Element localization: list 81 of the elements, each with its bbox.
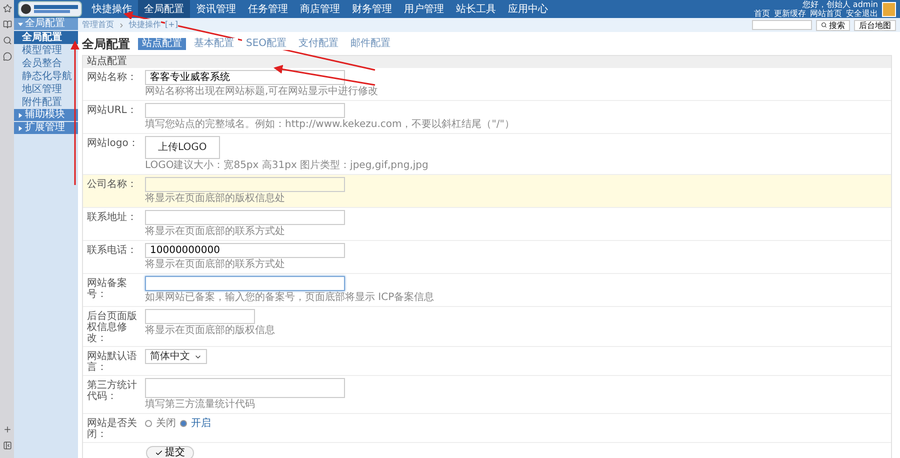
star-icon[interactable] — [2, 4, 12, 13]
plus-icon[interactable] — [2, 425, 12, 434]
field-label: 网站logo： — [87, 136, 140, 151]
chevron-right-icon — [118, 22, 125, 28]
sidebar-group[interactable]: 辅助模块 — [14, 109, 78, 122]
breadcrumb-link[interactable]: 管理首页 — [82, 19, 114, 31]
breadcrumb-link[interactable]: [+] — [165, 19, 178, 31]
header-link[interactable]: 网站首页 — [810, 9, 842, 18]
nav-tab[interactable]: 用户管理 — [398, 0, 450, 18]
page-title: 全局配置 — [82, 36, 130, 53]
field-label: 公司名称： — [87, 178, 138, 192]
language-select[interactable]: 简体中文 — [145, 349, 207, 364]
caret-down-icon — [18, 22, 23, 26]
field-hint: LOGO建议大小：宽85px 高31px 图片类型：jpeg,gif,png,jpg — [145, 160, 428, 172]
field-hint: 如果网站已备案，输入您的备案号，页面底部将显示 ICP备案信息 — [145, 292, 434, 304]
section-title: 站点配置 — [83, 56, 891, 68]
upload-button[interactable]: 上传LOGO — [145, 136, 220, 159]
sidebar-item[interactable]: 全局配置 — [14, 31, 78, 44]
input-field[interactable]: 10000000000 — [145, 243, 345, 258]
radio-label: 关闭 — [156, 416, 176, 431]
nav-tab[interactable]: 站长工具 — [450, 0, 502, 18]
caret-right-icon — [18, 126, 23, 130]
radio-button[interactable] — [180, 420, 187, 427]
config-tab[interactable]: SEO配置 — [242, 38, 291, 50]
field-label: 后台页面版权信息修改： — [87, 310, 138, 344]
book-icon[interactable] — [2, 20, 12, 29]
field-label: 联系电话： — [87, 244, 138, 258]
nav-tab[interactable]: 任务管理 — [242, 0, 294, 18]
nav-tab[interactable]: 财务管理 — [346, 0, 398, 18]
field-hint: 网站名称将出现在网站标题,可在网站显示中进行修改 — [145, 86, 378, 98]
field-hint: 将显示在页面底部的版权信息 — [145, 325, 275, 337]
field-label: 网站名称： — [87, 70, 138, 85]
field-hint: 填写您站点的完整域名。例如：http://www.kekezu.com，不要以斜杠结尾（"/"） — [145, 119, 514, 131]
nav-tab[interactable]: 应用中心 — [502, 0, 554, 18]
header-link[interactable]: 安全退出 — [846, 9, 878, 18]
input-field[interactable] — [145, 276, 345, 291]
field-hint: 填写第三方流量统计代码 — [145, 399, 256, 411]
code-textarea[interactable] — [145, 378, 345, 398]
sidebar-group[interactable]: 全局配置 — [14, 18, 78, 31]
collapse-icon[interactable] — [2, 441, 12, 450]
field-hint: 将显示在页面底部的联系方式处 — [145, 259, 286, 271]
input-field[interactable] — [145, 210, 345, 225]
sidebar-item[interactable]: 地区管理 — [14, 83, 78, 96]
field-hint: 将显示在页面底部的联系方式处 — [145, 226, 286, 238]
nav-tab[interactable]: 资讯管理 — [190, 0, 242, 18]
nav-tab[interactable]: 全局配置 — [138, 0, 190, 18]
search-icon — [821, 22, 827, 28]
user-greeting: 您好，创始人 admin — [802, 0, 878, 9]
input-field[interactable] — [145, 103, 345, 118]
field-label: 网站备案号： — [87, 276, 128, 302]
nav-tab[interactable]: 快捷操作 — [86, 0, 138, 18]
chat-icon[interactable] — [2, 52, 12, 61]
field-label: 网站URL： — [87, 104, 138, 118]
search-icon[interactable] — [2, 36, 12, 45]
check-icon — [155, 449, 163, 457]
input-field[interactable] — [145, 177, 345, 192]
submit-button[interactable]: 提交 — [146, 446, 194, 458]
input-field[interactable]: 客客专业威客系统 — [145, 70, 345, 85]
sidebar-item[interactable]: 模型管理 — [14, 44, 78, 57]
radio-label: 开启 — [191, 416, 211, 431]
field-label: 联系地址： — [87, 210, 138, 225]
map-button[interactable]: 后台地图 — [854, 20, 896, 30]
sidebar-group[interactable]: 扩展管理 — [14, 122, 78, 135]
avatar-placeholder — [882, 2, 896, 16]
radio-button[interactable] — [145, 420, 152, 427]
search-field[interactable] — [752, 20, 812, 30]
field-label: 网站是否关闭： — [87, 416, 138, 440]
header-link[interactable]: 首页 — [754, 9, 770, 18]
breadcrumb-link[interactable]: 快捷操作 — [129, 19, 161, 31]
field-label: 网站默认语言： — [87, 350, 138, 373]
nav-tab[interactable]: 商店管理 — [294, 0, 346, 18]
caret-right-icon — [18, 112, 23, 118]
config-tab[interactable]: 站点配置 — [138, 38, 186, 50]
sidebar-item[interactable]: 会员整合 — [14, 57, 78, 70]
sidebar-item[interactable]: 附件配置 — [14, 96, 78, 109]
input-field[interactable] — [145, 309, 255, 324]
field-hint: 将显示在页面底部的版权信息处 — [145, 193, 286, 205]
search-button[interactable]: 搜索 — [816, 20, 850, 30]
header-link[interactable]: 更新缓存 — [774, 9, 806, 18]
sidebar-item[interactable]: 静态化导航 — [14, 70, 78, 83]
field-label: 第三方统计代码： — [87, 378, 138, 404]
